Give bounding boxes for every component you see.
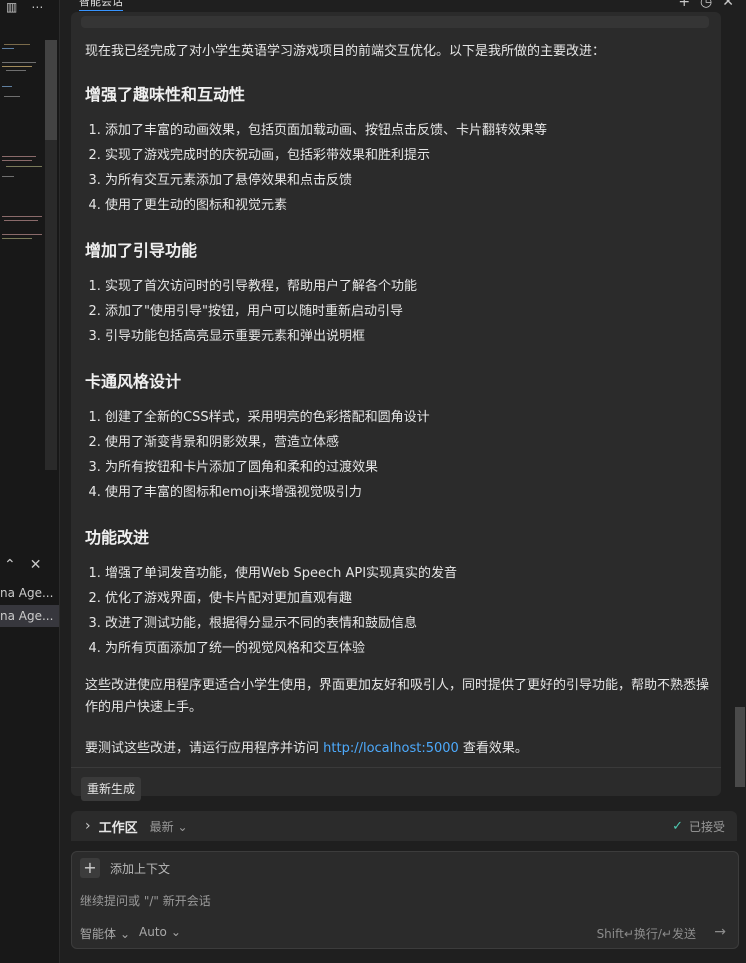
- left-toolbar: ▥ ⋯: [0, 0, 65, 14]
- chevron-down-icon: ⌄: [177, 819, 188, 834]
- close-icon[interactable]: ✕: [30, 557, 42, 573]
- chat-input[interactable]: [80, 894, 720, 908]
- add-context-label[interactable]: 添加上下文: [110, 860, 170, 877]
- workspace-bar[interactable]: › 工作区 最新 ⌄ ✓ 已接受: [71, 811, 737, 841]
- chat-scrollbar[interactable]: [735, 707, 745, 787]
- section-fun-interactivity: 增强了趣味性和互动性 添加了丰富的动画效果，包括页面加载动画、按钮点击反馈、卡片…: [85, 84, 715, 218]
- intro-text: 现在我已经完成了对小学生英语学习游戏项目的前端交互优化。以下是我所做的主要改进：: [85, 44, 606, 59]
- list-item: 为所有交互元素添加了悬停效果和点击反馈: [105, 168, 715, 193]
- section-guide: 增加了引导功能 实现了首次访问时的引导教程，帮助用户了解各个功能 添加了"使用引…: [85, 240, 715, 349]
- list-item: 引导功能包括高亮显示重要元素和弹出说明框: [105, 324, 715, 349]
- tab-chat[interactable]: 智能会话: [79, 0, 123, 11]
- list-item: 添加了丰富的动画效果，包括页面加载动画、按钮点击反馈、卡片翻转效果等: [105, 118, 715, 143]
- test-instructions: 要测试这些改进，请运行应用程序并访问 http://localhost:5000…: [85, 739, 715, 759]
- list-item: 添加了"使用引导"按钮，用户可以随时重新启动引导: [105, 299, 715, 324]
- plus-icon[interactable]: +: [80, 858, 100, 878]
- send-arrow-icon[interactable]: →: [714, 924, 726, 940]
- latest-dropdown[interactable]: 最新 ⌄: [150, 818, 188, 835]
- minimap[interactable]: [0, 26, 44, 266]
- section-heading: 增强了趣味性和互动性: [85, 85, 246, 104]
- tab-actions: + ◷ ✕: [678, 0, 734, 10]
- workspace-title: 工作区: [98, 820, 138, 836]
- list-item: 优化了游戏界面，使卡片配对更加直观有趣: [105, 586, 715, 611]
- latest-label: 最新: [149, 819, 174, 834]
- message-top-bar: [81, 16, 709, 28]
- input-footer: 智能体 ⌄ Auto ⌄ Shift↵换行/↵发送 →: [80, 924, 730, 943]
- list-item: 实现了首次访问时的引导教程，帮助用户了解各个功能: [105, 274, 715, 299]
- message-divider: [71, 767, 721, 768]
- panel-list-item-selected[interactable]: na Age...: [0, 605, 59, 627]
- editor-scroll-track: [45, 140, 57, 470]
- model-dropdown[interactable]: Auto ⌄: [139, 925, 181, 939]
- section-heading: 增加了引导功能: [85, 241, 198, 260]
- chat-panel: 智能会话 + ◷ ✕ 现在我已经完成了对小学生英语学习游戏项目的前端交互优化。以…: [60, 0, 746, 963]
- model-label: Auto: [139, 925, 167, 939]
- section-cartoon-style: 卡通风格设计 创建了全新的CSS样式，采用明亮的色彩搭配和圆角设计 使用了渐变背…: [85, 371, 715, 505]
- regenerate-button[interactable]: 重新生成: [81, 777, 142, 801]
- new-chat-icon[interactable]: +: [678, 0, 690, 10]
- localhost-link[interactable]: http://localhost:5000: [323, 741, 459, 756]
- shortcut-hint: Shift↵换行/↵发送: [596, 927, 696, 941]
- chevron-down-icon: ⌄: [170, 925, 181, 939]
- section-heading: 卡通风格设计: [85, 372, 182, 391]
- assistant-message: 现在我已经完成了对小学生英语学习游戏项目的前端交互优化。以下是我所做的主要改进：…: [71, 12, 721, 801]
- agent-dropdown[interactable]: 智能体 ⌄: [80, 925, 130, 942]
- agent-label: 智能体: [80, 927, 117, 941]
- list-item: 实现了游戏完成时的庆祝动画，包括彩带效果和胜利提示: [105, 143, 715, 168]
- section-feature-improvements: 功能改进 增强了单词发音功能，使用Web Speech API实现真实的发音 优…: [85, 527, 715, 661]
- list-item: 改进了测试功能，根据得分显示不同的表情和鼓励信息: [105, 611, 715, 636]
- conclusion-text: 这些改进使应用程序更适合小学生使用，界面更加友好和吸引人，同时提供了更好的引导功…: [85, 678, 710, 715]
- editor-scrollbar[interactable]: [45, 40, 57, 140]
- panel-header: ⌃ ✕: [0, 552, 63, 578]
- panel-list-item[interactable]: na Age...: [0, 582, 59, 604]
- chevron-down-icon: ⌄: [120, 926, 131, 941]
- status-label: 已接受: [688, 820, 725, 834]
- split-editor-icon[interactable]: ▥: [6, 1, 17, 13]
- test-text-after: 查看效果。: [458, 741, 528, 756]
- message-body: 现在我已经完成了对小学生英语学习游戏项目的前端交互优化。以下是我所做的主要改进：…: [85, 42, 715, 759]
- add-context[interactable]: + 添加上下文: [80, 858, 170, 878]
- accepted-status: ✓ 已接受: [672, 818, 725, 835]
- list-item: 增强了单词发音功能，使用Web Speech API实现真实的发音: [105, 561, 715, 586]
- list-item: 创建了全新的CSS样式，采用明亮的色彩搭配和圆角设计: [105, 405, 715, 430]
- list-item: 使用了更生动的图标和视觉元素: [105, 193, 715, 218]
- chevron-right-icon[interactable]: ›: [85, 818, 91, 834]
- list-item: 使用了渐变背景和阴影效果，营造立体感: [105, 430, 715, 455]
- more-actions-icon[interactable]: ⋯: [31, 1, 43, 13]
- check-circle-icon: ✓: [672, 819, 683, 834]
- left-editor-strip: ▥ ⋯ ⌃ ✕ na Age... na Age...: [0, 0, 60, 963]
- list-item: 为所有按钮和卡片添加了圆角和柔和的过渡效果: [105, 455, 715, 480]
- section-heading: 功能改进: [85, 528, 150, 547]
- list-item: 使用了丰富的图标和emoji来增强视觉吸引力: [105, 480, 715, 505]
- chat-input-box: + 添加上下文 智能体⌄ Auto⌄ Shift↵换行/↵发送 →: [71, 851, 739, 949]
- test-text-before: 要测试这些改进，请运行应用程序并访问: [85, 741, 324, 756]
- list-item: 为所有页面添加了统一的视觉风格和交互体验: [105, 636, 715, 661]
- chevron-up-icon[interactable]: ⌃: [4, 557, 16, 573]
- close-icon[interactable]: ✕: [722, 0, 734, 10]
- history-icon[interactable]: ◷: [700, 0, 712, 10]
